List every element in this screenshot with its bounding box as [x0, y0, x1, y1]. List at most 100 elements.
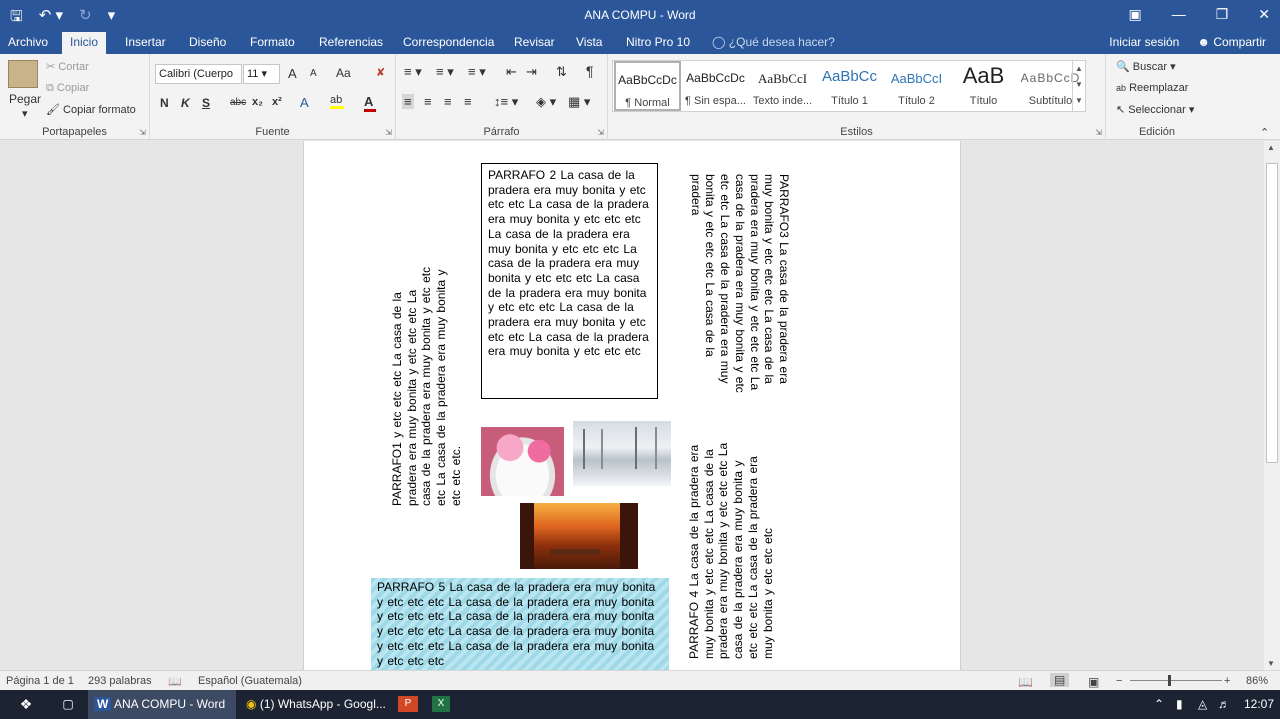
task-view-icon[interactable]: ▢ — [56, 690, 80, 719]
paste-button[interactable]: Pegar — [9, 92, 41, 106]
style-indented-text[interactable]: AaBbCcI Texto inde... — [749, 61, 816, 111]
tab-diseno[interactable]: Diseño — [189, 35, 226, 49]
maximize-icon[interactable]: ❐ — [1216, 6, 1229, 23]
paste-icon[interactable] — [8, 60, 38, 88]
italic-button[interactable]: K — [181, 96, 190, 110]
share-button[interactable]: ☻ Compartir — [1197, 35, 1266, 49]
tell-me-box[interactable]: ◯ ¿Qué desea hacer? — [712, 35, 835, 49]
select-button[interactable]: ↖ Seleccionar ▾ — [1116, 103, 1194, 116]
shading-icon[interactable]: ◈ ▾ — [536, 94, 556, 110]
paragraph-3[interactable]: PARRAFO3 La casa de la pradera era muy b… — [688, 174, 791, 400]
subscript-button[interactable]: x₂ — [252, 96, 263, 108]
paragraph-2-textbox[interactable]: PARRAFO 2 La casa de la pradera era muy … — [481, 163, 658, 399]
font-color-icon[interactable]: A — [364, 94, 376, 112]
clipboard-launcher-icon[interactable]: ⇲ — [139, 128, 146, 137]
numbering-icon[interactable]: ≡ ▾ — [436, 64, 454, 80]
format-painter-button[interactable]: 🖌 Copiar formato — [46, 103, 136, 116]
language[interactable]: Español (Guatemala) — [198, 675, 302, 687]
bullets-icon[interactable]: ≡ ▾ — [404, 64, 422, 80]
justify-icon[interactable]: ≡ — [464, 94, 472, 109]
align-left-icon[interactable]: ≡ — [402, 94, 414, 109]
clear-format-icon[interactable]: ✘ — [376, 66, 385, 79]
underline-button[interactable]: S — [202, 96, 210, 110]
snow-forest-image[interactable] — [573, 421, 671, 486]
text-effects-icon[interactable]: A — [300, 95, 309, 110]
taskbar-word[interactable]: W ANA COMPU - Word — [88, 690, 236, 719]
scroll-thumb[interactable] — [1266, 163, 1278, 463]
tab-vista[interactable]: Vista — [576, 35, 602, 49]
font-name-box[interactable]: Calibri (Cuerpo — [155, 64, 242, 84]
decrease-indent-icon[interactable]: ⇤ — [506, 64, 517, 80]
superscript-button[interactable]: x² — [272, 96, 282, 108]
paragraph-5-shaded[interactable]: PARRAFO 5 La casa de la pradera era muy … — [371, 578, 669, 670]
align-center-icon[interactable]: ≡ — [424, 94, 432, 109]
autumn-image[interactable] — [520, 503, 638, 569]
align-right-icon[interactable]: ≡ — [444, 94, 452, 109]
grow-font-button[interactable]: A — [288, 66, 297, 81]
tab-formato[interactable]: Formato — [250, 35, 295, 49]
copy-button[interactable]: ⧉ Copiar — [46, 82, 89, 95]
zoom-slider[interactable] — [1130, 675, 1222, 686]
clock[interactable]: 12:07 — [1244, 690, 1274, 719]
ribbon-display-icon[interactable]: ▣ — [1128, 6, 1141, 23]
powerpoint-icon[interactable]: P — [398, 696, 418, 712]
wifi-icon[interactable]: ◬ — [1198, 690, 1207, 719]
style-normal[interactable]: AaBbCcDc ¶ Normal — [614, 61, 681, 111]
style-heading-2[interactable]: AaBbCcI Título 2 — [883, 61, 950, 111]
sort-icon[interactable]: ⇅ — [556, 64, 567, 80]
tab-revisar[interactable]: Revisar — [514, 35, 555, 49]
styles-launcher-icon[interactable]: ⇲ — [1095, 128, 1102, 137]
cake-image[interactable] — [481, 427, 564, 496]
find-button[interactable]: 🔍 Buscar ▾ — [1116, 60, 1176, 73]
battery-icon[interactable]: ▮ — [1176, 690, 1183, 719]
signin-link[interactable]: Iniciar sesión — [1109, 35, 1179, 49]
style-title[interactable]: AaB Título — [950, 61, 1017, 111]
web-layout-icon[interactable]: ▣ — [1088, 675, 1099, 689]
increase-indent-icon[interactable]: ⇥ — [526, 64, 537, 80]
zoom-knob[interactable] — [1167, 675, 1171, 686]
volume-icon[interactable]: ♬ — [1218, 690, 1230, 719]
excel-icon[interactable]: X — [432, 696, 450, 712]
read-mode-icon[interactable]: 📖 — [1018, 675, 1033, 689]
scroll-down-icon[interactable]: ▼ — [1267, 659, 1275, 668]
minimize-icon[interactable]: — — [1172, 6, 1186, 23]
style-no-spacing[interactable]: AaBbCcDc ¶ Sin espa... — [682, 61, 749, 111]
multilevel-list-icon[interactable]: ≡ ▾ — [468, 64, 486, 80]
cut-button[interactable]: ✂ Cortar — [46, 60, 89, 73]
highlight-icon[interactable]: ab — [330, 94, 344, 109]
paragraph-4[interactable]: PARRAFO 4 La casa de la pradera era muy … — [687, 441, 775, 659]
vertical-scrollbar[interactable]: ▲ ▼ — [1264, 141, 1280, 670]
font-launcher-icon[interactable]: ⇲ — [385, 128, 392, 137]
style-heading-1[interactable]: AaBbCc Título 1 — [816, 61, 883, 111]
scroll-up-icon[interactable]: ▲ — [1267, 143, 1275, 152]
strikethrough-button[interactable]: abc — [230, 97, 246, 108]
collapse-ribbon-icon[interactable]: ⌃ — [1260, 126, 1269, 139]
line-spacing-icon[interactable]: ↕≡ ▾ — [494, 94, 518, 110]
paragraph-1[interactable]: PARRAFO1 y etc etc etc La casa de la pra… — [390, 266, 464, 506]
document-page[interactable]: PARRAFO1 y etc etc etc La casa de la pra… — [303, 141, 961, 670]
tab-archivo[interactable]: Archivo — [8, 35, 48, 49]
change-case-button[interactable]: Aa — [336, 66, 351, 80]
tab-inicio[interactable]: Inicio — [62, 32, 107, 54]
tab-correspondencia[interactable]: Correspondencia — [403, 35, 494, 49]
shrink-font-button[interactable]: A — [310, 68, 317, 79]
close-icon[interactable]: ✕ — [1258, 6, 1270, 23]
show-marks-icon[interactable]: ¶ — [586, 63, 594, 79]
tab-insertar[interactable]: Insertar — [125, 35, 166, 49]
zoom-in-icon[interactable]: + — [1224, 675, 1230, 687]
page-count[interactable]: Página 1 de 1 — [6, 675, 74, 687]
paragraph-launcher-icon[interactable]: ⇲ — [597, 128, 604, 137]
replace-button[interactable]: ab Reemplazar — [1116, 82, 1188, 94]
tab-referencias[interactable]: Referencias — [319, 35, 383, 49]
start-icon[interactable]: ❖ — [8, 690, 44, 719]
proofing-icon[interactable]: 📖 — [168, 675, 182, 688]
zoom-level[interactable]: 86% — [1246, 675, 1268, 687]
print-layout-icon[interactable]: ▤ — [1050, 673, 1070, 687]
zoom-out-icon[interactable]: − — [1116, 675, 1122, 687]
borders-icon[interactable]: ▦ ▾ — [568, 94, 590, 110]
tab-nitro[interactable]: Nitro Pro 10 — [626, 35, 690, 49]
bold-button[interactable]: N — [160, 96, 169, 110]
word-count[interactable]: 293 palabras — [88, 675, 152, 687]
font-size-box[interactable]: 11 ▾ — [243, 64, 280, 84]
styles-scroll[interactable]: ▲ ▼ ▼ — [1072, 61, 1085, 111]
